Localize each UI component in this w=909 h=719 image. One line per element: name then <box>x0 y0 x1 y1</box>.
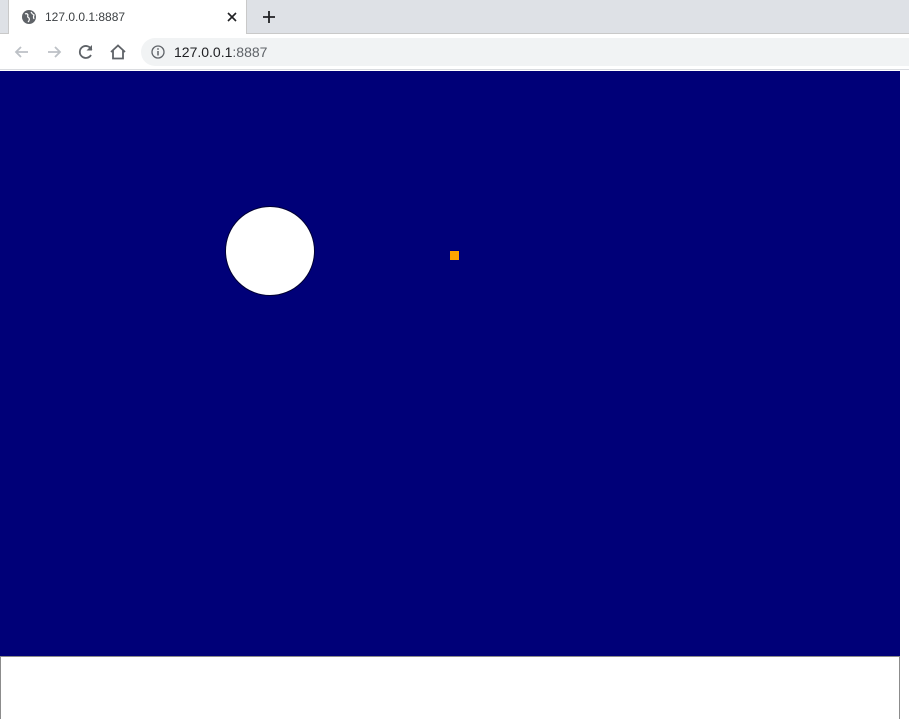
address-bar[interactable]: 127.0.0.1:8887 <box>141 38 909 66</box>
tab-title: 127.0.0.1:8887 <box>45 10 126 24</box>
game-canvas[interactable] <box>0 71 900 656</box>
orange-pellet <box>450 251 459 260</box>
globe-icon <box>21 9 37 25</box>
url-host: 127.0.0.1 <box>174 44 233 60</box>
forward-arrow-icon[interactable] <box>44 42 64 62</box>
info-icon[interactable] <box>151 45 165 59</box>
tab-active[interactable]: 127.0.0.1:8887 <box>8 0 247 34</box>
home-icon[interactable] <box>108 42 128 62</box>
browser-window: 127.0.0.1:8887 127.0.0.1:8887 <box>0 0 909 719</box>
plus-icon[interactable] <box>260 8 278 26</box>
url-text[interactable]: 127.0.0.1:8887 <box>174 44 267 60</box>
close-icon[interactable] <box>224 9 240 25</box>
white-ball <box>225 206 315 296</box>
back-arrow-icon[interactable] <box>12 42 32 62</box>
bottom-panel <box>0 656 900 719</box>
reload-icon[interactable] <box>76 42 96 62</box>
url-port: :8887 <box>232 44 268 60</box>
tab-strip: 127.0.0.1:8887 <box>0 0 909 34</box>
browser-toolbar: 127.0.0.1:8887 <box>0 34 909 70</box>
